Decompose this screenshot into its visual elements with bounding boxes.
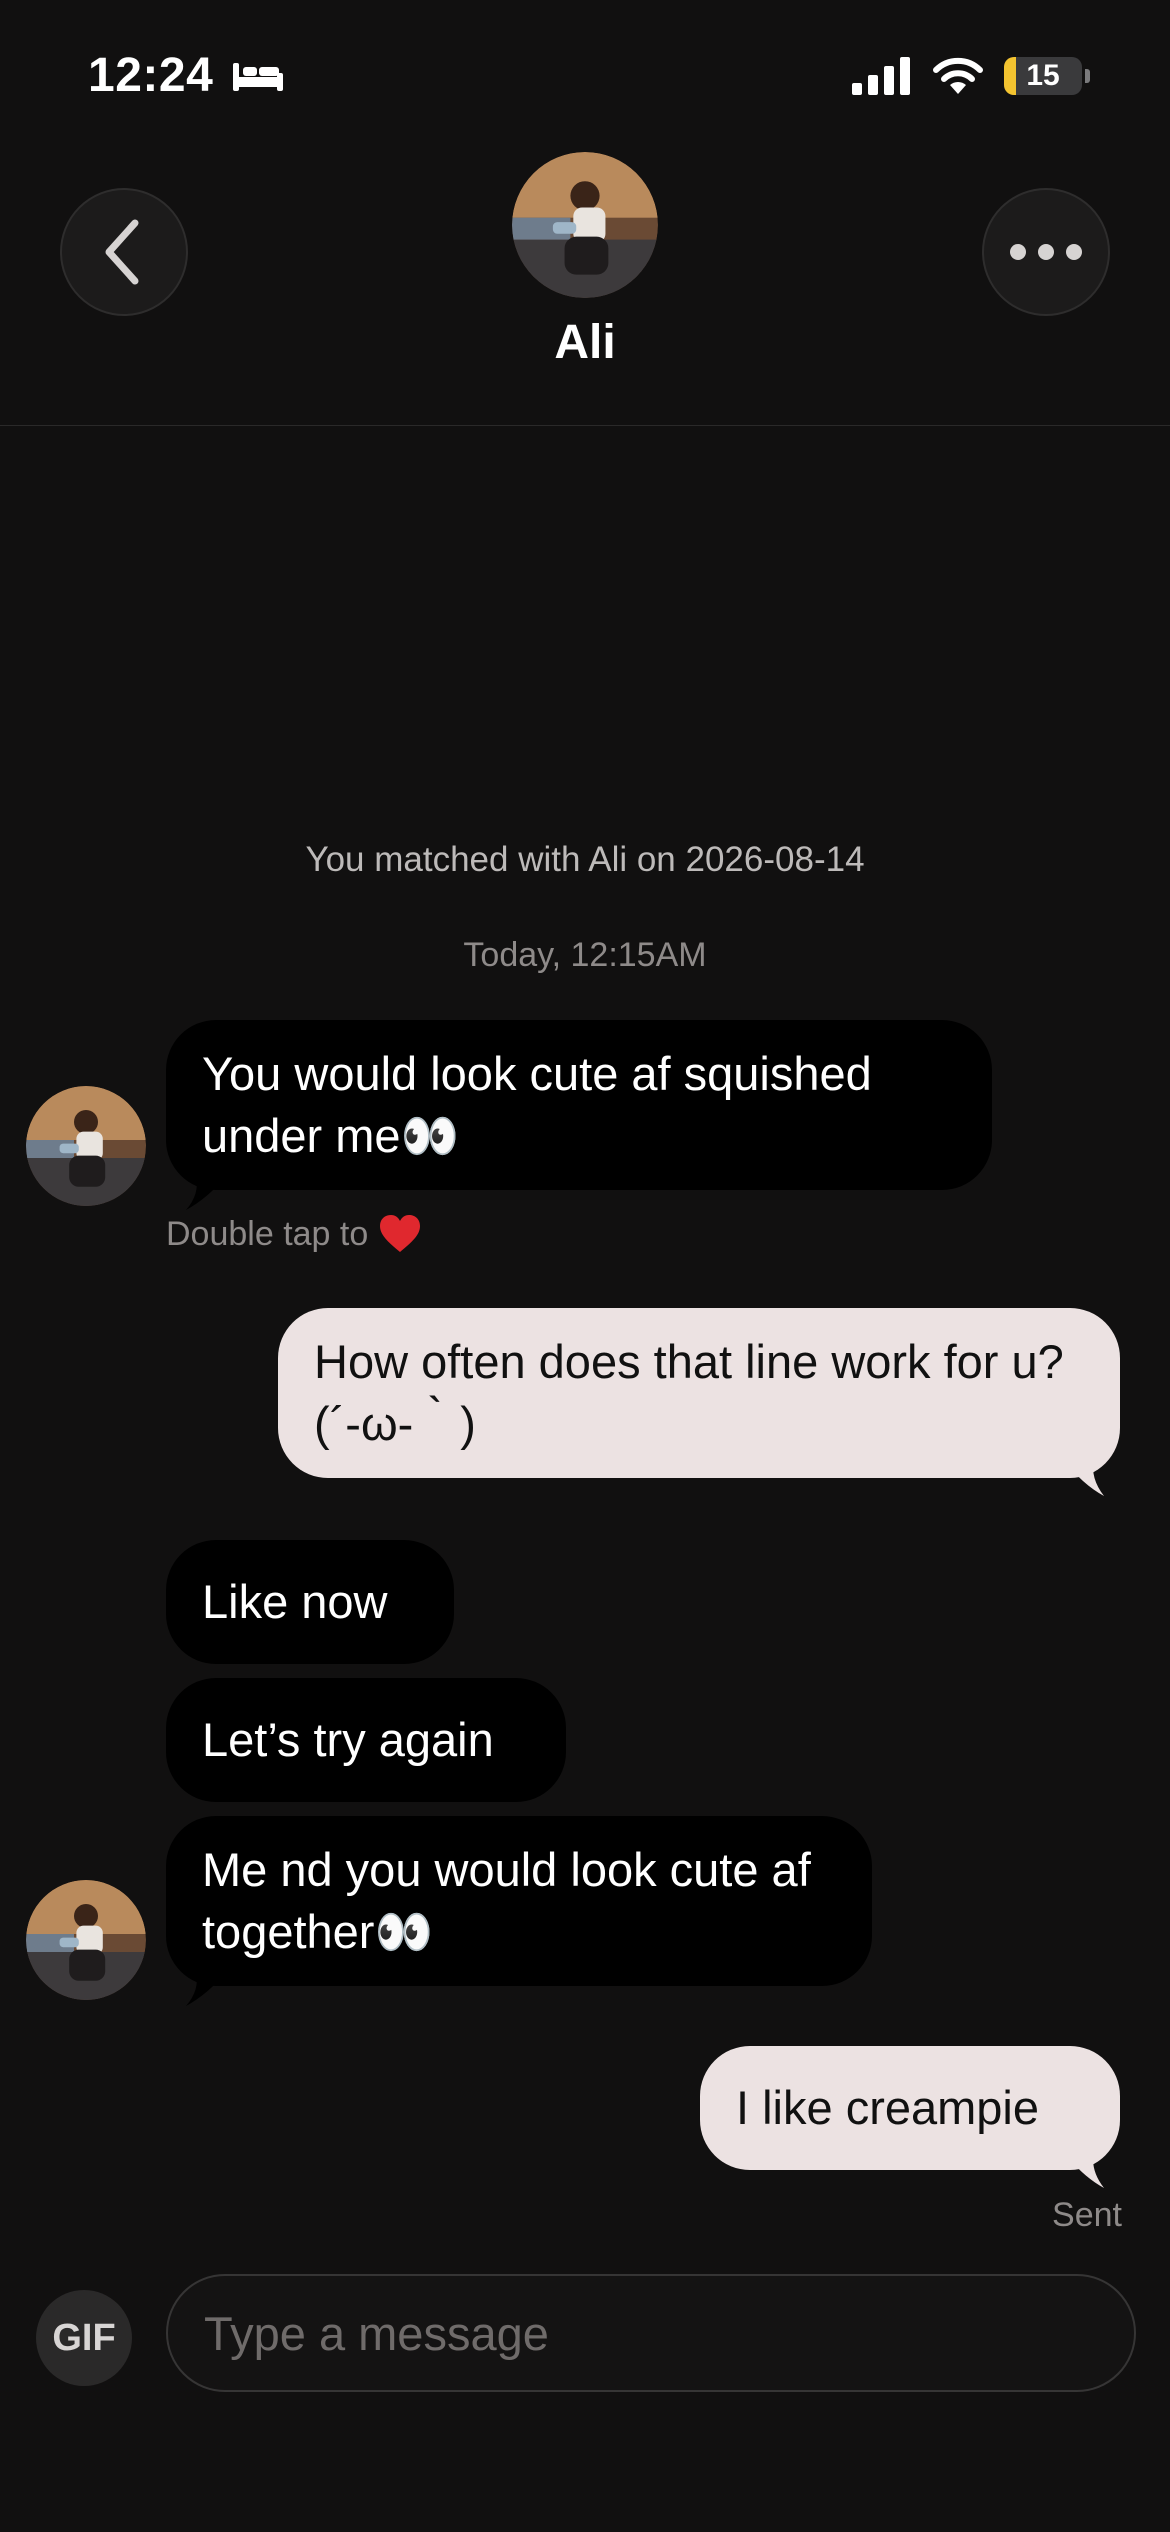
ellipsis-icon [1010,244,1082,260]
battery-indicator: 15 [1004,57,1082,95]
message-text: You would look cute af squished under me… [202,1047,872,1162]
double-tap-hint-text: Double tap to [166,1214,369,1253]
outgoing-message-bubble[interactable]: How often does that line work for u? (´-… [278,1308,1120,1478]
message-text: I like creampie [736,2081,1039,2134]
status-bar: 12:24 15 [0,0,1170,150]
outgoing-message-bubble[interactable]: I like creampie [700,2046,1120,2170]
match-note: You matched with Ali on 2026-08-14 [305,840,865,879]
gif-button[interactable]: GIF [36,2290,132,2386]
cellular-signal-icon [852,57,910,95]
chat-header: Ali [0,150,1170,426]
avatar-photo [512,152,658,298]
avatar-photo [26,1880,146,2000]
battery-tip [1085,69,1090,83]
bubble-tail [1064,1460,1104,1496]
more-options-button[interactable] [982,188,1110,316]
back-button[interactable] [60,188,188,316]
bubble-tail [186,1972,226,2006]
message-text: How often does that line work for u? (´-… [314,1335,1064,1450]
avatar-photo [26,1086,146,1206]
message-composer: GIF [0,2270,1170,2400]
time-group: 12:24 [88,48,285,103]
contact-avatar[interactable] [512,152,658,298]
message-text: Me nd you would look cute af together👀 [202,1843,811,1958]
incoming-message-bubble[interactable]: You would look cute af squished under me… [166,1020,992,1190]
double-tap-hint: Double tap to [166,1214,422,1254]
date-separator: Today, 12:15AM [463,936,707,974]
incoming-message-bubble[interactable]: Me nd you would look cute af together👀 [166,1816,872,1986]
status-indicators: 15 [850,56,1090,96]
bubble-tail [186,1176,226,1210]
incoming-message-bubble[interactable]: Like now [166,1540,454,1664]
wifi-icon [933,57,983,94]
message-text: Like now [202,1575,388,1628]
message-input[interactable] [166,2274,1136,2392]
bubble-tail [1064,2152,1104,2188]
incoming-message-bubble[interactable]: Let’s try again [166,1678,566,1802]
status-time: 12:24 [88,49,214,102]
sender-avatar[interactable] [26,1880,146,2000]
contact-name: Ali [554,316,616,369]
heart-icon [380,1215,421,1252]
battery-level: 15 [1026,59,1060,92]
chevron-left-icon [105,219,139,285]
bed-icon [233,62,284,91]
sender-avatar[interactable] [26,1086,146,1206]
sent-status: Sent [1052,2196,1122,2234]
message-text: Let’s try again [202,1713,494,1766]
